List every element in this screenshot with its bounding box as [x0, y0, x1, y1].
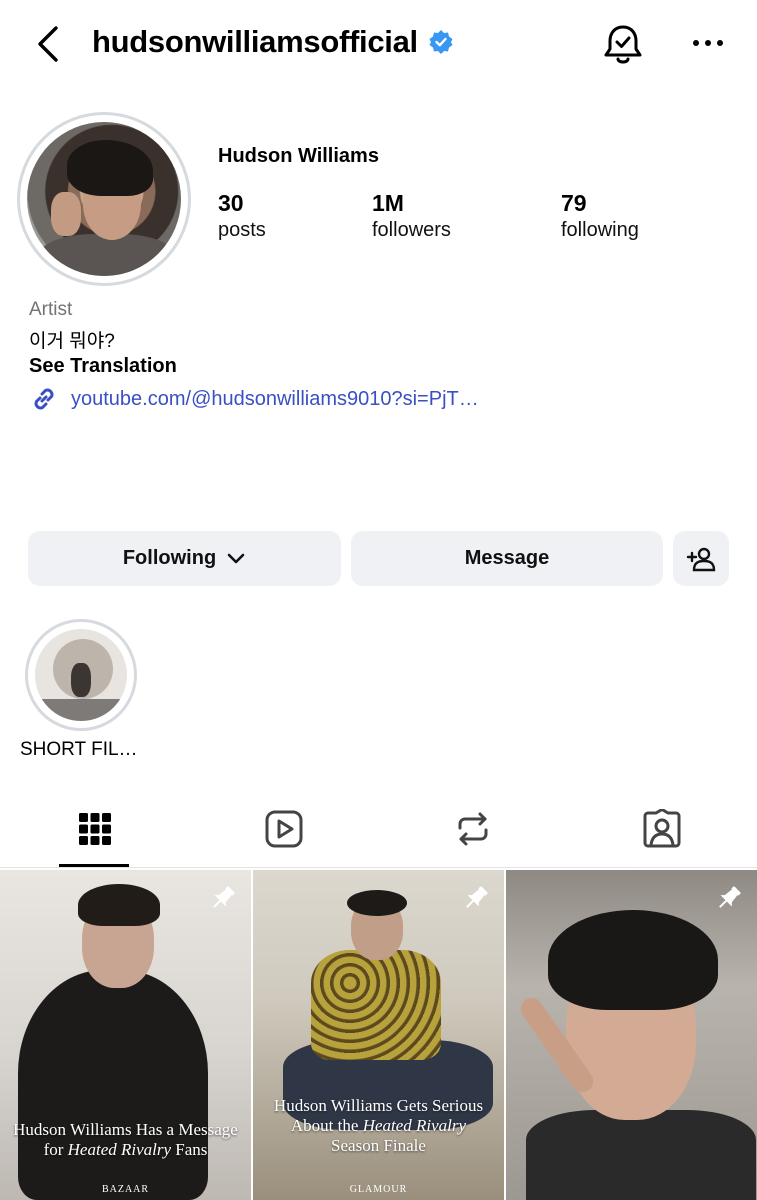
post-tile[interactable]: Hudson Williams Has a Message for Heated… — [0, 870, 251, 1200]
display-name: Hudson Williams — [218, 145, 379, 167]
post-caption: Hudson Williams Has a Message for Heated… — [13, 1120, 238, 1159]
message-button[interactable]: Message — [351, 531, 663, 586]
more-dots-icon — [693, 40, 723, 46]
post-tile[interactable]: Hudson Williams Gets Serious About the H… — [253, 870, 504, 1200]
post-caption: Hudson Williams Gets Serious About the H… — [273, 1096, 484, 1155]
highlight-label: SHORT FIL… — [20, 739, 138, 760]
pin-icon — [466, 886, 488, 908]
tab-posts-grid[interactable] — [0, 790, 189, 868]
following-button-label: Following — [122, 547, 217, 569]
followers-stat[interactable]: 1M followers — [372, 190, 451, 244]
add-user-icon — [686, 547, 716, 571]
pin-icon — [719, 886, 741, 908]
profile-category: Artist — [29, 299, 73, 320]
following-stat[interactable]: 79 following — [561, 190, 639, 244]
chevron-down-icon — [227, 553, 245, 563]
post-brand: BAZAAR — [101, 1184, 150, 1195]
profile-tabs — [0, 790, 757, 868]
posts-grid: Hudson Williams Has a Message for Heated… — [0, 870, 757, 1200]
following-count: 79 — [561, 190, 587, 216]
verified-badge-icon — [429, 30, 453, 54]
profile-link[interactable]: youtube.com/@hudsonwilliams9010?si=PjT… — [29, 384, 479, 414]
posts-label: posts — [218, 219, 266, 241]
repost-icon — [458, 812, 487, 846]
bell-check-icon — [604, 25, 642, 64]
posts-count: 30 — [218, 190, 244, 216]
tagged-user-icon — [643, 809, 680, 848]
tab-reposts[interactable] — [378, 790, 567, 868]
profile-avatar[interactable] — [27, 122, 181, 276]
followers-label: followers — [372, 219, 451, 241]
back-button[interactable] — [30, 22, 70, 66]
following-label: following — [561, 219, 639, 241]
message-button-label: Message — [464, 547, 550, 569]
profile-username: hudsonwilliamsofficial — [92, 24, 418, 59]
top-bar: hudsonwilliamsofficial — [0, 0, 757, 90]
more-options-button[interactable] — [688, 28, 728, 58]
chevron-left-icon — [38, 26, 58, 62]
following-button[interactable]: Following — [28, 531, 341, 586]
followers-count: 1M — [372, 190, 404, 216]
posts-stat[interactable]: 30 posts — [218, 190, 266, 244]
suggested-users-button[interactable] — [673, 531, 729, 586]
username-header: hudsonwilliamsofficial — [92, 24, 454, 60]
pin-icon — [213, 886, 235, 908]
link-icon — [34, 388, 54, 410]
see-translation-link[interactable]: See Translation — [29, 355, 177, 378]
profile-link-text: youtube.com/@hudsonwilliams9010?si=PjT… — [71, 387, 479, 410]
tab-tagged[interactable] — [567, 790, 756, 868]
profile-bio: 이거 뭐야? — [29, 331, 115, 352]
highlight-cover[interactable] — [35, 629, 127, 721]
notifications-button[interactable] — [600, 22, 646, 68]
tab-reels[interactable] — [189, 790, 378, 868]
post-tile[interactable] — [506, 870, 757, 1200]
reels-icon — [265, 810, 302, 848]
tabs-divider — [0, 867, 757, 868]
post-brand: GLAMOUR — [349, 1184, 408, 1195]
grid-icon — [78, 813, 111, 845]
